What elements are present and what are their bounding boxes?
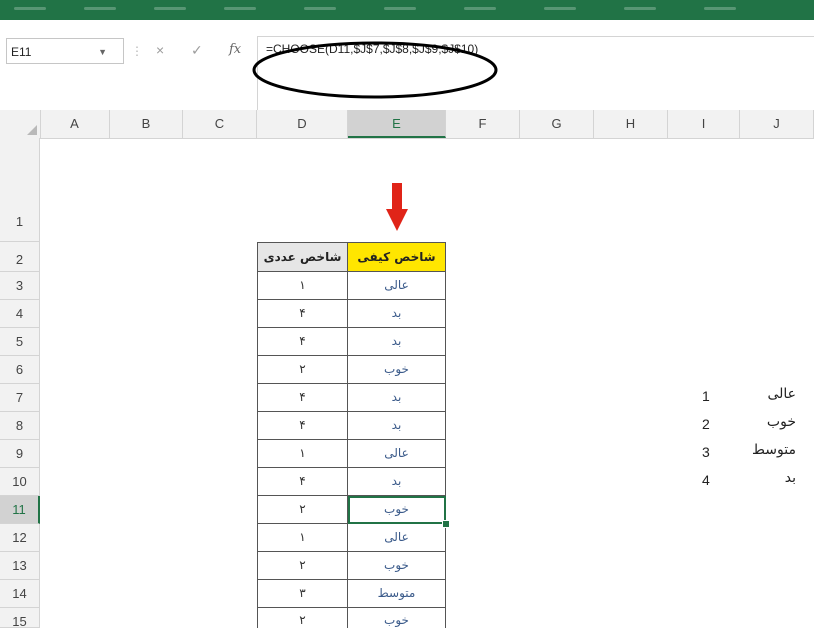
column-header-f[interactable]: F	[446, 110, 520, 138]
row-header-4[interactable]: 4	[0, 300, 40, 328]
row-header-2[interactable]: 2	[0, 242, 40, 272]
table-cell-e5[interactable]: بد	[348, 328, 446, 356]
row-header-10[interactable]: 10	[0, 468, 40, 496]
row-header-11[interactable]: 11	[0, 496, 40, 524]
formula-bar-grip-icon: ⋮	[131, 44, 143, 58]
column-headers: A B C D E F G H I J	[0, 110, 814, 139]
column-header-c[interactable]: C	[183, 110, 257, 138]
table-cell-d7[interactable]: ۴	[257, 384, 348, 412]
fill-handle[interactable]	[442, 520, 450, 528]
column-header-j[interactable]: J	[740, 110, 814, 138]
row-header-9[interactable]: 9	[0, 440, 40, 468]
ribbon-tab[interactable]	[300, 2, 340, 16]
insert-function-icon[interactable]: fx	[229, 42, 241, 57]
table-cell-e4[interactable]: بد	[348, 300, 446, 328]
table-header-numeric[interactable]: شاخص عددی	[257, 242, 348, 272]
table-cell-e10[interactable]: بد	[348, 468, 446, 496]
row-header-1[interactable]: 1	[0, 138, 40, 242]
table-cell-d15[interactable]: ۲	[257, 608, 348, 628]
row-header-15[interactable]: 15	[0, 608, 40, 629]
ribbon-tab[interactable]	[620, 2, 660, 16]
ribbon-tabs-bar	[0, 0, 814, 20]
table-cell-d4[interactable]: ۴	[257, 300, 348, 328]
table-cell-d8[interactable]: ۴	[257, 412, 348, 440]
ribbon-tab[interactable]	[380, 2, 420, 16]
down-arrow-icon	[386, 183, 408, 231]
table-cell-e15[interactable]: خوب	[348, 608, 446, 628]
table-header-qualitative[interactable]: شاخص کیفی	[348, 242, 446, 272]
ribbon-tab[interactable]	[220, 2, 260, 16]
select-all-button[interactable]	[0, 110, 41, 138]
lookup-label-j9[interactable]: متوسط	[740, 442, 796, 458]
row-header-3[interactable]: 3	[0, 272, 40, 300]
active-cell-e11[interactable]: خوب	[348, 496, 446, 524]
table-cell-d13[interactable]: ۲	[257, 552, 348, 580]
table-cell-e8[interactable]: بد	[348, 412, 446, 440]
enter-icon[interactable]: ✓	[191, 42, 203, 59]
table-cell-d11[interactable]: ۲	[257, 496, 348, 524]
lookup-num-i7[interactable]: 1	[702, 388, 710, 404]
ribbon-tab[interactable]	[700, 2, 740, 16]
table-cell-e12[interactable]: عالی	[348, 524, 446, 552]
lookup-label-j8[interactable]: خوب	[740, 414, 796, 430]
lookup-num-i10[interactable]: 4	[702, 472, 710, 488]
lookup-label-j10[interactable]: بد	[740, 470, 796, 486]
column-header-g[interactable]: G	[520, 110, 594, 138]
lookup-num-i9[interactable]: 3	[702, 444, 710, 460]
chevron-down-icon[interactable]: ▼	[98, 39, 107, 65]
ribbon-tab[interactable]	[150, 2, 190, 16]
lookup-num-i8[interactable]: 2	[702, 416, 710, 432]
table-cell-d9[interactable]: ۱	[257, 440, 348, 468]
ribbon-tab[interactable]	[10, 2, 50, 16]
column-header-i[interactable]: I	[668, 110, 740, 138]
column-header-e[interactable]: E	[348, 110, 446, 138]
table-cell-d6[interactable]: ۲	[257, 356, 348, 384]
table-cell-d3[interactable]: ۱	[257, 272, 348, 300]
table-cell-e14[interactable]: متوسط	[348, 580, 446, 608]
cancel-icon[interactable]: ×	[156, 42, 164, 58]
table-cell-e6[interactable]: خوب	[348, 356, 446, 384]
row-header-14[interactable]: 14	[0, 580, 40, 608]
table-cell-d14[interactable]: ۳	[257, 580, 348, 608]
row-header-13[interactable]: 13	[0, 552, 40, 580]
table-cell-d5[interactable]: ۴	[257, 328, 348, 356]
table-cell-d10[interactable]: ۴	[257, 468, 348, 496]
lookup-label-j7[interactable]: عالی	[740, 386, 796, 402]
ribbon-tab[interactable]	[80, 2, 120, 16]
row-header-12[interactable]: 12	[0, 524, 40, 552]
ribbon-tab[interactable]	[460, 2, 500, 16]
column-header-a[interactable]: A	[40, 110, 110, 138]
row-header-6[interactable]: 6	[0, 356, 40, 384]
table-cell-e7[interactable]: بد	[348, 384, 446, 412]
ribbon-tab[interactable]	[540, 2, 580, 16]
highlight-ellipse	[252, 41, 498, 99]
row-header-7[interactable]: 7	[0, 384, 40, 412]
column-header-h[interactable]: H	[594, 110, 668, 138]
row-header-8[interactable]: 8	[0, 412, 40, 440]
column-header-b[interactable]: B	[110, 110, 183, 138]
column-header-d[interactable]: D	[257, 110, 348, 138]
name-box-value: E11	[11, 45, 32, 59]
table-cell-e9[interactable]: عالی	[348, 440, 446, 468]
table-cell-e3[interactable]: عالی	[348, 272, 446, 300]
formula-bar: E11 ▼ ⋮ × ✓ fx =CHOOSE(D11,$J$7,$J$8,$J$…	[0, 20, 814, 111]
table-cell-d12[interactable]: ۱	[257, 524, 348, 552]
row-header-5[interactable]: 5	[0, 328, 40, 356]
name-box[interactable]: E11 ▼	[6, 38, 124, 64]
table-cell-e13[interactable]: خوب	[348, 552, 446, 580]
